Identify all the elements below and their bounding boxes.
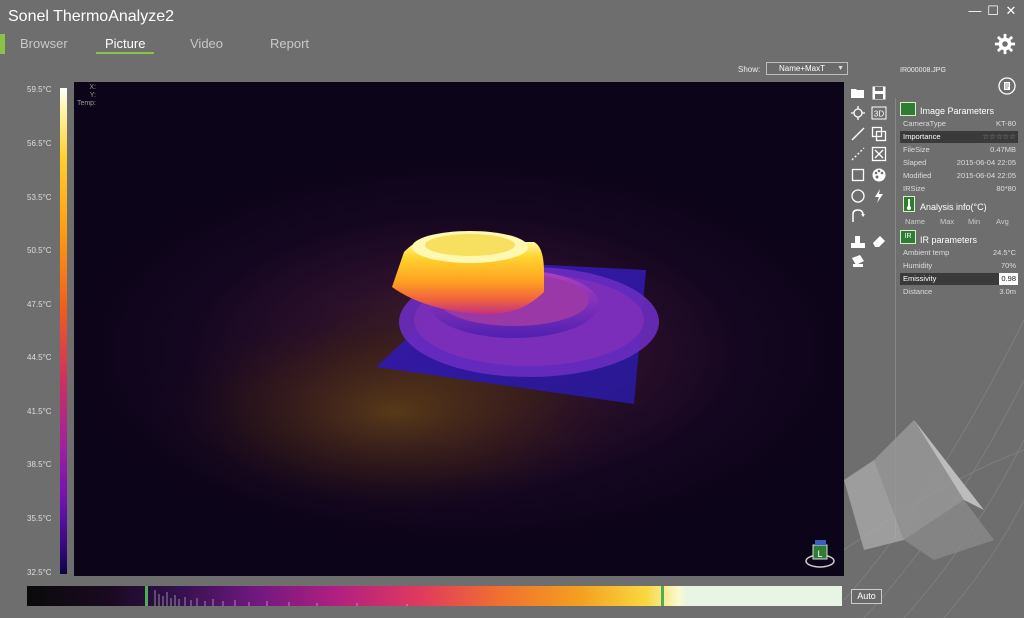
- tab-browser[interactable]: Browser: [20, 36, 68, 51]
- param-key: FileSize: [903, 145, 930, 154]
- param-row: Slaped 2015-06-04 22:05: [900, 157, 1018, 169]
- scale-label: 35.5°C: [27, 514, 52, 523]
- thermal-surface-render: [144, 231, 659, 522]
- param-value: 0.47MB: [990, 145, 1016, 154]
- crosshair-icon[interactable]: [850, 105, 866, 121]
- gear-icon[interactable]: [994, 33, 1016, 55]
- title-bar: Sonel ThermoAnalyze2 — ☐ ✕: [0, 0, 1024, 30]
- maximize-button[interactable]: ☐: [986, 4, 1000, 18]
- param-value: 80*80: [996, 184, 1016, 193]
- scale-label: 59.5°C: [27, 85, 52, 94]
- freehand-tool-icon[interactable]: [850, 208, 866, 224]
- scale-label: 53.5°C: [27, 193, 52, 202]
- param-key: Distance: [903, 287, 933, 296]
- param-key: Humidity: [903, 261, 933, 270]
- tab-underline: [96, 52, 154, 54]
- scale-label: 47.5°C: [27, 300, 52, 309]
- file-name: IR000008.JPG: [900, 67, 946, 74]
- svg-text:3D: 3D: [874, 110, 884, 119]
- tab-picture[interactable]: Picture: [105, 36, 145, 51]
- auto-button[interactable]: Auto: [851, 589, 882, 604]
- param-value: 70%: [1000, 261, 1016, 270]
- close-button[interactable]: ✕: [1004, 4, 1018, 18]
- analysis-col-name: Name: [905, 217, 926, 226]
- ellipse-tool-icon[interactable]: [850, 188, 866, 204]
- scale-label: 56.5°C: [27, 139, 52, 148]
- tab-video[interactable]: Video: [190, 36, 223, 51]
- param-row-emissivity[interactable]: Emissivity 0.98: [900, 273, 1018, 285]
- param-key: IRSize: [903, 184, 926, 193]
- view-cube-label: L: [817, 549, 822, 559]
- param-row: IRSize 80*80: [900, 183, 1018, 195]
- param-value: 2015-06-04 22:05: [956, 171, 1016, 180]
- export-icon[interactable]: [998, 77, 1016, 95]
- delete-icon[interactable]: [871, 146, 887, 162]
- show-dropdown-value: Name+MaxT: [779, 64, 826, 73]
- rectangle-tool-icon[interactable]: [850, 167, 866, 183]
- ir-parameters-title: IR parameters: [920, 235, 978, 245]
- param-row: CameraType KT-80: [900, 118, 1018, 130]
- scale-label: 32.5°C: [27, 568, 52, 577]
- param-row: Humidity 70%: [900, 260, 1018, 272]
- param-value: 2015-06-04 22:05: [956, 158, 1016, 167]
- lightning-icon[interactable]: [871, 188, 887, 204]
- thermometer-icon: [903, 196, 915, 212]
- param-key: CameraType: [903, 119, 946, 128]
- thermal-3d-view[interactable]: X: Y: Temp: L: [74, 82, 844, 576]
- param-value: 24.5°C: [992, 248, 1016, 257]
- image-parameters-title: Image Parameters: [920, 106, 995, 116]
- scale-label: 50.5°C: [27, 246, 52, 255]
- analysis-col-max: Max: [940, 217, 955, 226]
- analysis-col-min: Min: [968, 217, 981, 226]
- open-folder-icon[interactable]: [850, 85, 866, 101]
- param-row: Ambient temp 24.5°C: [900, 247, 1018, 259]
- param-row: Modified 2015-06-04 22:05: [900, 170, 1018, 182]
- emissivity-input[interactable]: 0.98: [999, 273, 1018, 285]
- active-indicator: [0, 34, 5, 54]
- chevron-down-icon: ▼: [837, 65, 844, 72]
- line-tool-icon[interactable]: [850, 126, 866, 142]
- eraser-icon[interactable]: [871, 233, 887, 249]
- param-key: Ambient temp: [903, 248, 950, 257]
- tab-report[interactable]: Report: [270, 36, 309, 51]
- show-dropdown[interactable]: Name+MaxT ▼: [766, 62, 848, 75]
- histogram-spikes: [154, 590, 408, 606]
- param-key: Importance: [903, 132, 941, 141]
- histogram-max-handle[interactable]: [661, 586, 664, 606]
- param-key: Slaped: [903, 158, 927, 167]
- 3d-view-icon[interactable]: 3D: [871, 105, 887, 121]
- importance-stars[interactable]: ☆☆☆☆☆: [982, 132, 1016, 141]
- param-row: Distance 3.0m: [900, 286, 1018, 298]
- copy-icon[interactable]: [871, 126, 887, 142]
- histogram-min-handle[interactable]: [145, 586, 148, 606]
- palette-tool-icon[interactable]: [850, 233, 866, 249]
- save-icon[interactable]: [871, 85, 887, 101]
- color-palette-icon[interactable]: [871, 167, 887, 183]
- background-decoration: [844, 319, 1024, 618]
- analysis-col-avg: Avg: [996, 217, 1009, 226]
- image-icon: [900, 102, 916, 116]
- ir-icon: IR: [900, 230, 916, 244]
- param-row-importance[interactable]: Importance ☆☆☆☆☆: [900, 131, 1018, 143]
- polyline-tool-icon[interactable]: [850, 146, 866, 162]
- param-key: Emissivity: [903, 274, 937, 283]
- app-title: Sonel ThermoAnalyze2: [8, 8, 175, 25]
- scale-label: 44.5°C: [27, 353, 52, 362]
- scale-label: 41.5°C: [27, 407, 52, 416]
- param-value: KT-80: [995, 119, 1016, 128]
- minimize-button[interactable]: —: [968, 4, 982, 18]
- view-cube-icon[interactable]: L: [804, 537, 836, 569]
- param-key: Modified: [903, 171, 932, 180]
- scale-label: 38.5°C: [27, 460, 52, 469]
- param-value: 3.0m: [999, 287, 1016, 296]
- param-row: FileSize 0.47MB: [900, 144, 1018, 156]
- temperature-scale-bar: [60, 88, 67, 574]
- analysis-info-title: Analysis info(°C): [920, 202, 987, 212]
- report-tool-icon[interactable]: [850, 253, 866, 269]
- show-label: Show:: [738, 65, 761, 74]
- histogram-bar[interactable]: [27, 586, 842, 606]
